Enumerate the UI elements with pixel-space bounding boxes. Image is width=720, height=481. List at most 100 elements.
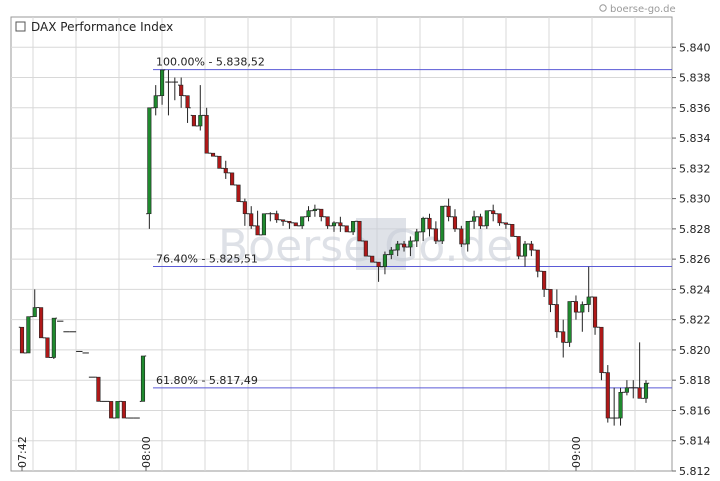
candle-body [370, 255, 375, 263]
candle-body [395, 243, 400, 251]
candle-body [223, 168, 228, 174]
candle-body [19, 326, 25, 354]
candle-body [376, 261, 381, 268]
y-tick-label: 5.840 [679, 41, 711, 54]
chart-title-text: DAX Performance Index [31, 20, 173, 34]
candle-body [210, 152, 216, 157]
candle-body [121, 401, 126, 419]
candle-body [452, 216, 458, 230]
candle-body [624, 387, 629, 393]
candle-body [408, 240, 413, 248]
title-checkbox-icon [15, 21, 26, 32]
candle-body [293, 222, 298, 227]
candle-body [427, 217, 432, 230]
y-tick-label: 5.838 [679, 72, 711, 85]
candle-body [198, 115, 203, 127]
candle-body [255, 225, 260, 236]
y-tick-label: 5.828 [679, 223, 711, 236]
candle-body [319, 208, 324, 218]
candle-body [401, 243, 407, 248]
fib-label: 61.80% - 5.817,49 [156, 374, 258, 387]
source-watermark: boerse-go.de [599, 4, 676, 15]
candle-body [497, 213, 502, 224]
candle-body [363, 240, 368, 257]
candle-body [516, 236, 521, 257]
y-tick-label: 5.818 [679, 374, 711, 387]
candle-body [26, 316, 31, 354]
candle-body [338, 222, 343, 227]
candle-body [465, 221, 470, 245]
y-tick-label: 5.830 [679, 193, 711, 206]
candle-body [160, 69, 165, 96]
candle-body [580, 304, 585, 313]
x-tick-label: 09:00 [570, 436, 583, 468]
candle-body [249, 213, 254, 227]
candle-body [115, 401, 120, 419]
candle-body [522, 243, 528, 257]
candle-body [382, 254, 387, 268]
dax-chart: Boerse Go.de 100.00% - 5.838,5276.40% - … [0, 0, 720, 481]
candle-body [414, 231, 419, 242]
candle-body [542, 270, 547, 290]
candle-body [605, 372, 610, 419]
candle-body [478, 216, 483, 227]
candle-body [510, 224, 515, 237]
candle-body [421, 217, 426, 233]
x-tick-label: 08:00 [140, 436, 153, 468]
candle-body [351, 221, 356, 233]
candle-body [287, 221, 292, 224]
candle-body [236, 184, 241, 202]
fib-label: 76.40% - 5.825,51 [156, 253, 258, 266]
candle-body [472, 216, 477, 222]
x-tick-label: 07:42 [16, 436, 29, 468]
candle-body [344, 225, 349, 233]
candle-body [618, 392, 623, 419]
candle-body [96, 376, 101, 402]
y-tick-label: 5.836 [679, 102, 711, 115]
candle-body [484, 210, 489, 227]
candle-body [548, 289, 553, 305]
candle-body [109, 401, 114, 419]
candle-body [45, 337, 50, 358]
candle-body [529, 243, 534, 251]
y-tick-label: 5.816 [679, 404, 711, 417]
source-text: boerse-go.de [610, 4, 676, 15]
candle-body [281, 219, 286, 222]
candle-body [32, 307, 37, 317]
y-tick-label: 5.822 [679, 314, 711, 327]
candle-body [242, 201, 247, 215]
candle-body [191, 115, 196, 127]
candle-body [599, 326, 604, 373]
candle-body [217, 155, 222, 169]
candle-body [561, 331, 566, 343]
candle-body [573, 301, 579, 313]
y-tick-label: 5.826 [679, 253, 711, 266]
candle-body [312, 208, 317, 212]
candle-body [306, 210, 311, 218]
candle-body [593, 296, 598, 328]
candle-body [39, 307, 44, 339]
candle-body [643, 382, 649, 399]
candle-body [446, 205, 451, 218]
candle-body [440, 205, 445, 242]
candle-body [535, 249, 540, 272]
candle-body [261, 213, 267, 236]
y-tick-label: 5.814 [679, 435, 711, 448]
candle-body [140, 355, 146, 402]
candle-body [554, 304, 559, 333]
candle-body [491, 210, 496, 215]
candle-body [637, 387, 642, 399]
candle-body [567, 301, 572, 343]
candle-body [230, 172, 235, 186]
candle-body [204, 115, 209, 154]
candle-body [147, 107, 152, 215]
candle-body [357, 221, 362, 242]
y-tick-label: 5.812 [679, 465, 711, 478]
candle-body [185, 95, 190, 109]
candle-body [179, 84, 184, 96]
candle-body [389, 249, 394, 255]
candle-body [51, 317, 56, 358]
candle-body [331, 222, 337, 227]
candle-body [586, 296, 591, 305]
candle-body [300, 216, 305, 227]
